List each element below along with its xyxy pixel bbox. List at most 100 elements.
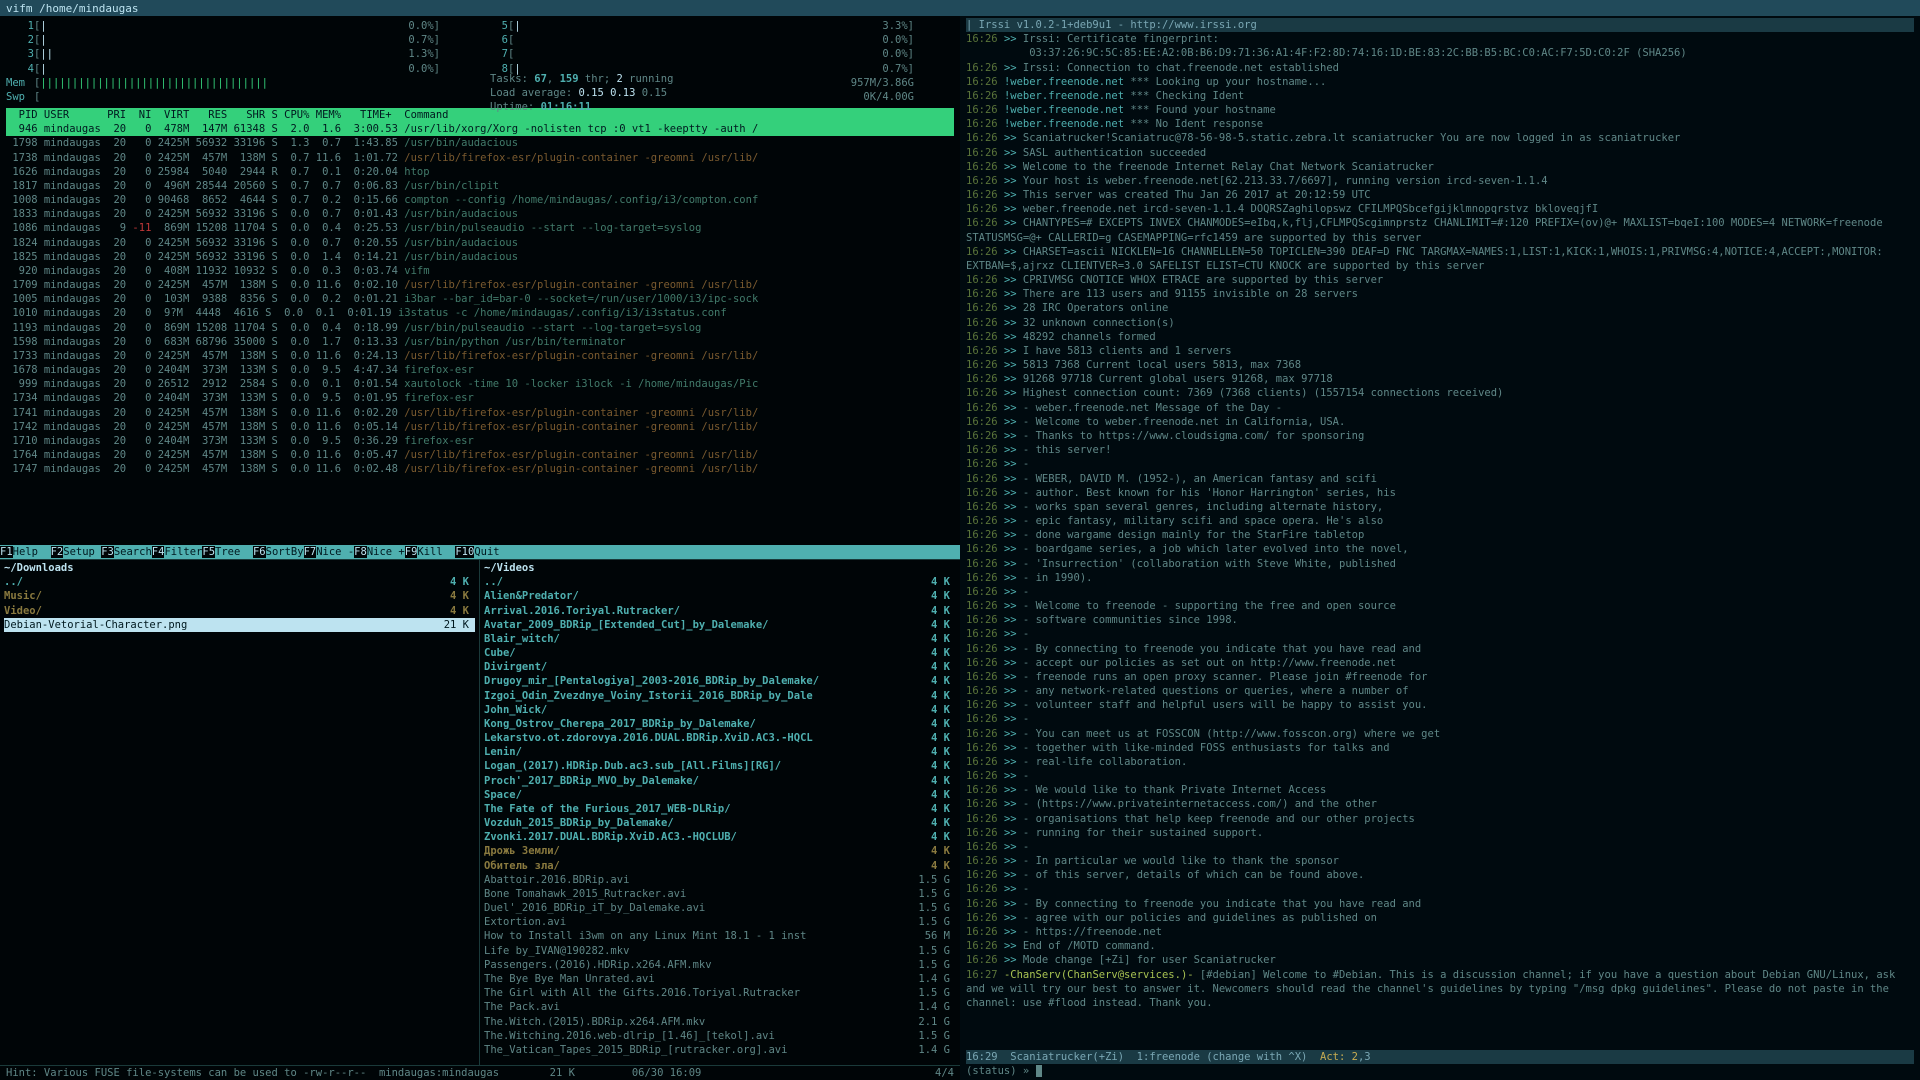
file-row[interactable]: The Girl with All the Gifts.2016.Toriyal… bbox=[484, 986, 956, 1000]
irc-line: 16:26 >> - author. Best known for his 'H… bbox=[966, 486, 1914, 500]
irc-line: 16:26 >> - epic fantasy, military scifi … bbox=[966, 514, 1914, 528]
file-row[interactable]: Bone Tomahawk_2015_Rutracker.avi1.5 G bbox=[484, 887, 956, 901]
process-row[interactable]: 1824 mindaugas 20 0 2425M 56932 33196 S … bbox=[6, 236, 954, 250]
file-row[interactable]: Duel'_2016_BDRip_iT_by_Dalemake.avi1.5 G bbox=[484, 901, 956, 915]
file-row[interactable]: Drugoy_mir_[Pentalogiya]_2003-2016_BDRip… bbox=[484, 674, 956, 688]
file-row[interactable]: Life by_IVAN@190282.mkv1.5 G bbox=[484, 944, 956, 958]
irc-line: 03:37:26:9C:5C:85:EE:A2:0B:B6:D9:71:36:A… bbox=[966, 46, 1914, 60]
file-row[interactable]: ../4 K bbox=[484, 575, 956, 589]
file-row[interactable]: The Pack.avi1.4 G bbox=[484, 1000, 956, 1014]
irc-line: 16:26 >> I have 5813 clients and 1 serve… bbox=[966, 344, 1914, 358]
process-row[interactable]: 1798 mindaugas 20 0 2425M 56932 33196 S … bbox=[6, 136, 954, 150]
file-row[interactable]: Blair_witch/4 K bbox=[484, 632, 956, 646]
irc-line: 16:26 >> Mode change [+Zi] for user Scan… bbox=[966, 953, 1914, 967]
irc-line: 16:26 !weber.freenode.net *** Found your… bbox=[966, 103, 1914, 117]
process-row[interactable]: 1833 mindaugas 20 0 2425M 56932 33196 S … bbox=[6, 207, 954, 221]
file-row[interactable]: Kong_Ostrov_Cherepa_2017_BDRip_by_Dalema… bbox=[484, 717, 956, 731]
htop-pane[interactable]: 1 [|0.0%]2 [|0.7%]3 [||1.3%]4 [|0.0%] 5 … bbox=[0, 16, 960, 559]
file-row[interactable]: Izgoi_Odin_Zvezdnye_Voiny_Istorii_2016_B… bbox=[484, 689, 956, 703]
file-row[interactable]: Avatar_2009_BDRip_[Extended_Cut]_by_Dale… bbox=[484, 618, 956, 632]
process-row[interactable]: 946 mindaugas 20 0 478M 147M 61348 S 2.0… bbox=[6, 122, 954, 136]
vifm-pane[interactable]: ~/Downloads ../4 KMusic/4 KVideo/4 KDebi… bbox=[0, 559, 960, 1080]
irssi-prompt[interactable]: (status) » bbox=[966, 1064, 1914, 1078]
file-row[interactable]: The Fate of the Furious_2017_WEB-DLRip/4… bbox=[484, 802, 956, 816]
file-row[interactable]: Proch'_2017_BDRip_MVO_by_Dalemake/4 K bbox=[484, 774, 956, 788]
file-row[interactable]: Extortion.avi1.5 G bbox=[484, 915, 956, 929]
file-row[interactable]: The Bye Bye Man Unrated.avi1.4 G bbox=[484, 972, 956, 986]
irc-line: 16:26 >> - together with like-minded FOS… bbox=[966, 741, 1914, 755]
file-row[interactable]: Lenin/4 K bbox=[484, 745, 956, 759]
process-row[interactable]: 1010 mindaugas 20 0 9?M 4448 4616 S 0.0 … bbox=[6, 306, 954, 320]
process-row[interactable]: 1598 mindaugas 20 0 683M 68796 35000 S 0… bbox=[6, 335, 954, 349]
irssi-pane[interactable]: | Irssi v1.0.2-1+deb9u1 - http://www.irs… bbox=[960, 16, 1920, 1080]
process-row[interactable]: 1738 mindaugas 20 0 2425M 457M 138M S 0.… bbox=[6, 151, 954, 165]
file-row[interactable]: ../4 K bbox=[4, 575, 475, 589]
process-row[interactable]: 1747 mindaugas 20 0 2425M 457M 138M S 0.… bbox=[6, 462, 954, 476]
irc-line: 16:26 >> - https://freenode.net bbox=[966, 925, 1914, 939]
file-row[interactable]: Дрожь Земли/4 K bbox=[484, 844, 956, 858]
file-row[interactable]: Arrival.2016.Toriyal.Rutracker/4 K bbox=[484, 604, 956, 618]
process-row[interactable]: 1709 mindaugas 20 0 2425M 457M 138M S 0.… bbox=[6, 278, 954, 292]
irc-line: 16:26 >> Your host is weber.freenode.net… bbox=[966, 174, 1914, 188]
process-row[interactable]: 1086 mindaugas 9 -11 869M 15208 11704 S … bbox=[6, 221, 954, 235]
irc-line: 16:26 >> - 'Insurrection' (collaboration… bbox=[966, 557, 1914, 571]
file-row[interactable]: Vozduh_2015_BDRip_by_Dalemake/4 K bbox=[484, 816, 956, 830]
irc-line: 16:26 >> - bbox=[966, 882, 1914, 896]
irc-line: 16:26 >> - bbox=[966, 585, 1914, 599]
process-row[interactable]: 1742 mindaugas 20 0 2425M 457M 138M S 0.… bbox=[6, 420, 954, 434]
process-row[interactable]: 1741 mindaugas 20 0 2425M 457M 138M S 0.… bbox=[6, 406, 954, 420]
process-row[interactable]: 920 mindaugas 20 0 408M 11932 10932 S 0.… bbox=[6, 264, 954, 278]
process-row[interactable]: 1734 mindaugas 20 0 2404M 373M 133M S 0.… bbox=[6, 391, 954, 405]
file-row[interactable]: Debian-Vetorial-Character.png21 K bbox=[4, 618, 475, 632]
process-row[interactable]: 1626 mindaugas 20 0 25984 5040 2944 R 0.… bbox=[6, 165, 954, 179]
vifm-right-list[interactable]: ../4 KAlien&Predator/4 KArrival.2016.Tor… bbox=[484, 575, 956, 1057]
irc-log[interactable]: 16:26 >> Irssi: Certificate fingerprint:… bbox=[966, 32, 1914, 1049]
irc-line: 16:26 >> - By connecting to freenode you… bbox=[966, 642, 1914, 656]
file-row[interactable]: Zvonki.2017.DUAL.BDRip.XviD.AC3.-HQCLUB/… bbox=[484, 830, 956, 844]
irc-line: 16:26 >> - accept our policies as set ou… bbox=[966, 656, 1914, 670]
process-row[interactable]: 1710 mindaugas 20 0 2404M 373M 133M S 0.… bbox=[6, 434, 954, 448]
file-row[interactable]: Alien&Predator/4 K bbox=[484, 589, 956, 603]
file-row[interactable]: How to Install i3wm on any Linux Mint 18… bbox=[484, 929, 956, 943]
file-row[interactable]: The_Vatican_Tapes_2015_BDRip_[rutracker.… bbox=[484, 1043, 956, 1057]
file-row[interactable]: John_Wick/4 K bbox=[484, 703, 956, 717]
irc-line: 16:26 >> CHARSET=ascii NICKLEN=16 CHANNE… bbox=[966, 245, 1914, 273]
irc-line: 16:26 >> - bbox=[966, 769, 1914, 783]
file-row[interactable]: The.Witch.(2015).BDRip.x264.AFM.mkv2.1 G bbox=[484, 1015, 956, 1029]
vifm-left-list[interactable]: ../4 KMusic/4 KVideo/4 KDebian-Vetorial-… bbox=[4, 575, 475, 632]
file-row[interactable]: Space/4 K bbox=[484, 788, 956, 802]
irc-line: 16:26 >> - We would like to thank Privat… bbox=[966, 783, 1914, 797]
htop-fkeys[interactable]: F1Help F2Setup F3SearchF4FilterF5Tree F6… bbox=[0, 545, 960, 559]
process-row[interactable]: 1825 mindaugas 20 0 2425M 56932 33196 S … bbox=[6, 250, 954, 264]
file-row[interactable]: Music/4 K bbox=[4, 589, 475, 603]
file-row[interactable]: Обитель зла/4 K bbox=[484, 859, 956, 873]
process-row[interactable]: 1764 mindaugas 20 0 2425M 457M 138M S 0.… bbox=[6, 448, 954, 462]
process-list[interactable]: 946 mindaugas 20 0 478M 147M 61348 S 2.0… bbox=[6, 122, 954, 476]
irc-line: 16:26 >> CPRIVMSG CNOTICE WHOX ETRACE ar… bbox=[966, 273, 1914, 287]
process-row[interactable]: 1193 mindaugas 20 0 869M 15208 11704 S 0… bbox=[6, 321, 954, 335]
file-row[interactable]: Lekarstvo.ot.zdorovya.2016.DUAL.BDRip.Xv… bbox=[484, 731, 956, 745]
irc-line: 16:26 >> - bbox=[966, 840, 1914, 854]
irc-line: 16:26 >> - real-life collaboration. bbox=[966, 755, 1914, 769]
process-row[interactable]: 1678 mindaugas 20 0 2404M 373M 133M S 0.… bbox=[6, 363, 954, 377]
irc-line: 16:26 >> - of this server, details of wh… bbox=[966, 868, 1914, 882]
irc-line: 16:26 >> - volunteer staff and helpful u… bbox=[966, 698, 1914, 712]
file-row[interactable]: Cube/4 K bbox=[484, 646, 956, 660]
file-row[interactable]: Abattoir.2016.BDRip.avi1.5 G bbox=[484, 873, 956, 887]
irc-line: 16:26 >> Welcome to the freenode Interne… bbox=[966, 160, 1914, 174]
process-header[interactable]: PID USER PRI NI VIRT RES SHR S CPU% MEM%… bbox=[6, 108, 954, 122]
process-row[interactable]: 1817 mindaugas 20 0 496M 28544 20560 S 0… bbox=[6, 179, 954, 193]
process-row[interactable]: 1005 mindaugas 20 0 103M 9388 8356 S 0.0… bbox=[6, 292, 954, 306]
process-row[interactable]: 1733 mindaugas 20 0 2425M 457M 138M S 0.… bbox=[6, 349, 954, 363]
irc-line: 16:26 >> - bbox=[966, 627, 1914, 641]
file-row[interactable]: Video/4 K bbox=[4, 604, 475, 618]
file-row[interactable]: Logan_(2017).HDRip.Dub.ac3.sub_[All.Film… bbox=[484, 759, 956, 773]
file-row[interactable]: Divirgent/4 K bbox=[484, 660, 956, 674]
vifm-status: Hint: Various FUSE file-systems can be u… bbox=[0, 1065, 960, 1080]
file-row[interactable]: The.Witching.2016.web-dlrip_[1.46]_[teko… bbox=[484, 1029, 956, 1043]
file-row[interactable]: Passengers.(2016).HDRip.x264.AFM.mkv1.5 … bbox=[484, 958, 956, 972]
irc-line: 16:26 >> - In particular we would like t… bbox=[966, 854, 1914, 868]
process-row[interactable]: 999 mindaugas 20 0 26512 2912 2584 S 0.0… bbox=[6, 377, 954, 391]
process-row[interactable]: 1008 mindaugas 20 0 90468 8652 4644 S 0.… bbox=[6, 193, 954, 207]
irc-line: 16:26 >> 91268 97718 Current global user… bbox=[966, 372, 1914, 386]
